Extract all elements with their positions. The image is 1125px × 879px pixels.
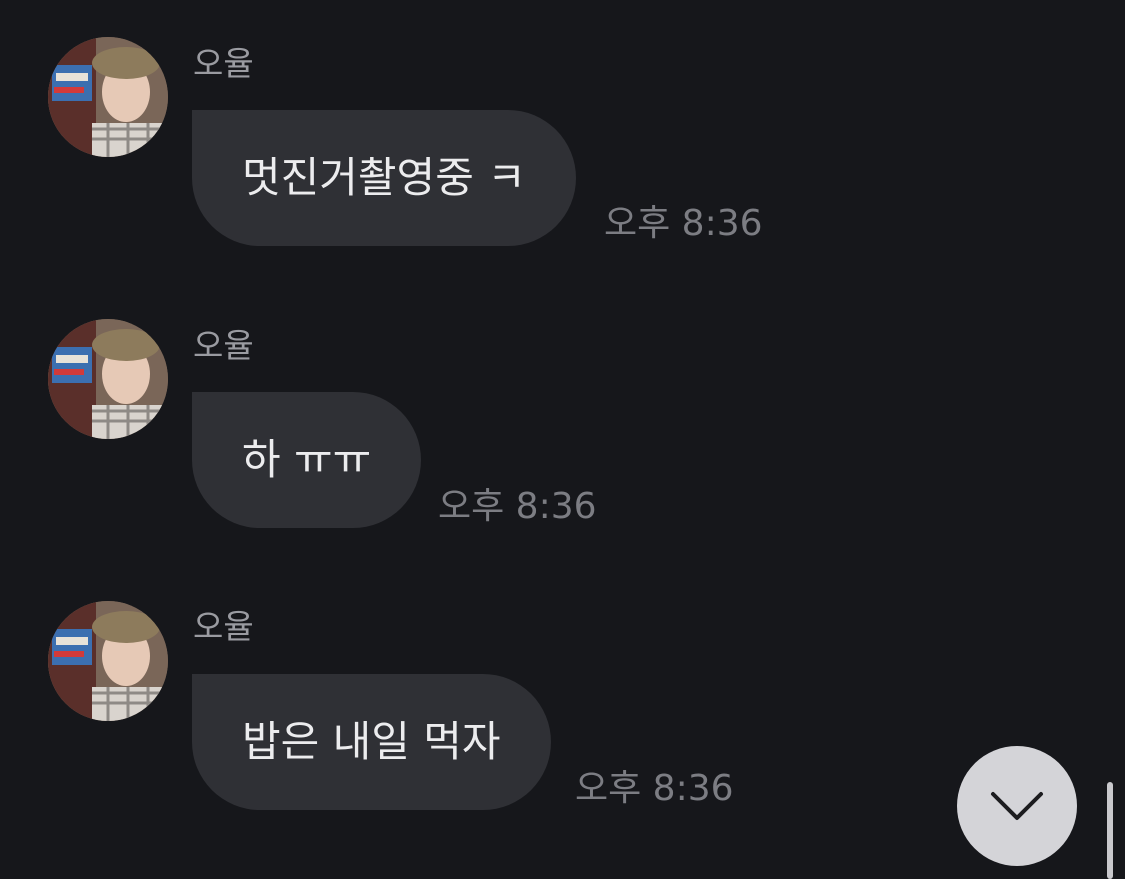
scroll-to-bottom-button[interactable] (957, 746, 1077, 866)
profile-photo (48, 319, 168, 439)
message-bubble[interactable]: 멋진거촬영중 ㅋ (192, 110, 576, 246)
avatar[interactable] (48, 601, 168, 721)
avatar[interactable] (48, 37, 168, 157)
profile-photo (48, 37, 168, 157)
sender-name: 오율 (193, 326, 254, 365)
message-time: 오후 8:36 (604, 203, 763, 244)
sender-name: 오율 (193, 44, 254, 83)
scrollbar[interactable] (1107, 782, 1113, 879)
message-bubble[interactable]: 밥은 내일 먹자 (192, 674, 551, 810)
avatar[interactable] (48, 319, 168, 439)
chevron-down-icon (991, 792, 1043, 820)
message-time: 오후 8:36 (575, 768, 734, 809)
message-bubble[interactable]: 하 ㅠㅠ (192, 392, 422, 528)
profile-photo (48, 601, 168, 721)
message-time: 오후 8:36 (438, 486, 597, 527)
sender-name: 오율 (193, 607, 254, 646)
